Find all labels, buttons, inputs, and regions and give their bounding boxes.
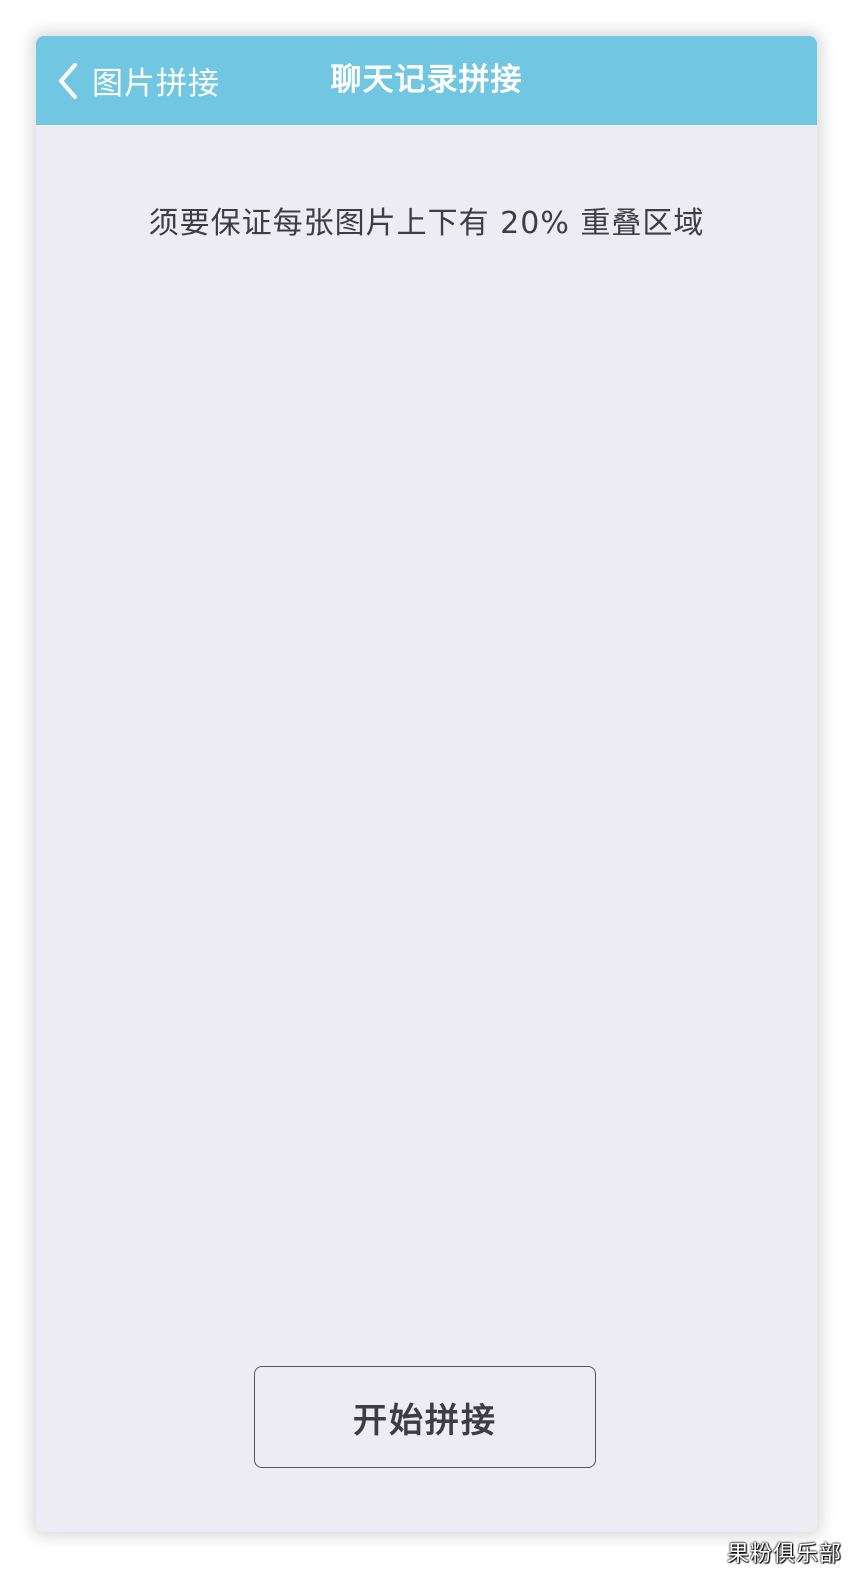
start-stitch-button[interactable]: 开始拼接	[254, 1366, 596, 1468]
app-window: 图片拼接 聊天记录拼接 须要保证每张图片上下有 20% 重叠区域 开始拼接	[36, 36, 817, 1532]
back-button[interactable]: 图片拼接	[50, 36, 220, 125]
overlap-hint-text: 须要保证每张图片上下有 20% 重叠区域	[148, 206, 705, 241]
chevron-left-icon	[50, 61, 86, 101]
navigation-bar: 图片拼接 聊天记录拼接	[36, 36, 817, 125]
watermark: 果粉俱乐部	[726, 1542, 842, 1567]
page-title: 聊天记录拼接	[330, 62, 523, 98]
back-button-label: 图片拼接	[92, 66, 220, 102]
